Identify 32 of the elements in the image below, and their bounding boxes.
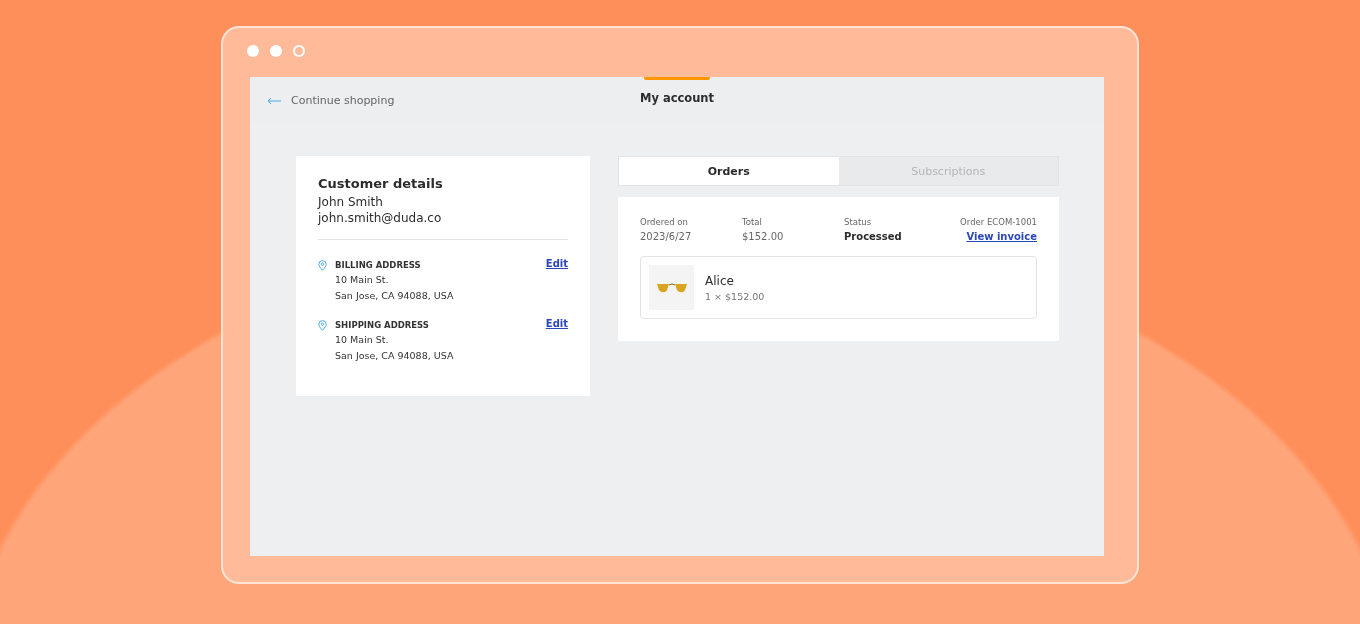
map-pin-icon: [318, 320, 327, 331]
field-label: Status: [844, 217, 873, 227]
continue-shopping-link[interactable]: Continue shopping: [267, 94, 395, 107]
customer-name: John Smith: [318, 194, 384, 210]
order-status: Processed: [844, 231, 903, 242]
product-name: Alice: [705, 273, 735, 288]
window-dot: [293, 45, 305, 57]
address-label: BILLING ADDRESS: [335, 259, 422, 272]
view-invoice-link[interactable]: View invoice: [966, 231, 1037, 242]
field-value: $152.00: [742, 231, 785, 242]
field-label: Ordered on: [640, 217, 689, 227]
address-label: SHIPPING ADDRESS: [335, 319, 430, 332]
window-dot: [247, 45, 259, 57]
tab[interactable]: Orders: [619, 157, 839, 185]
window-dot: [270, 45, 282, 57]
page-title: My account: [639, 91, 715, 105]
active-indicator: [644, 77, 710, 80]
field-value: 2023/6/27: [640, 231, 693, 242]
back-arrow-icon: [267, 96, 282, 105]
address-line: San Jose, CA 94088, USA: [335, 289, 455, 303]
sunglasses-icon: [655, 281, 688, 294]
address-line: 10 Main St.: [335, 273, 390, 287]
edit-link[interactable]: Edit: [545, 318, 568, 329]
order-number: Order ECOM-1001: [960, 217, 1037, 227]
map-pin-icon: [318, 260, 327, 271]
card-heading: Customer details: [318, 176, 444, 191]
quantity-price: 1 × $152.00: [705, 290, 765, 302]
edit-link[interactable]: Edit: [545, 258, 568, 269]
customer-email: john.smith@duda.co: [318, 210, 443, 226]
address-line: San Jose, CA 94088, USA: [335, 349, 455, 363]
address-line: 10 Main St.: [335, 333, 390, 347]
field-label: Total: [742, 217, 763, 227]
